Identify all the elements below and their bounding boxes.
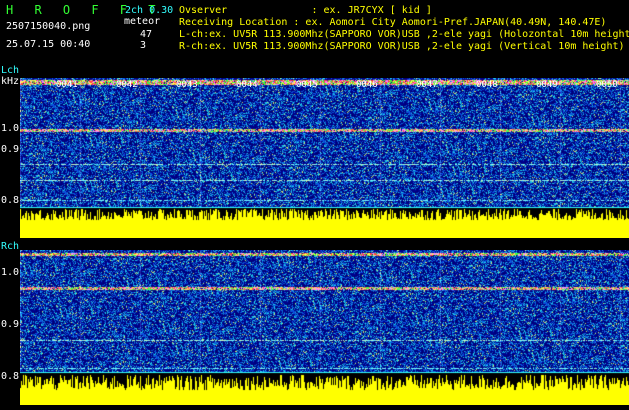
lch-tick-1.0: 1.0 xyxy=(1,123,20,134)
time-tick: 0046 xyxy=(356,80,378,90)
time-tick: 0042 xyxy=(116,80,138,90)
time-tick: 0043 xyxy=(176,80,198,90)
lch-label: Lch xyxy=(1,65,20,76)
rch-tick-0.9: 0.9 xyxy=(1,319,20,330)
observer-line: Ovserver : ex. JR7CYX [ kid ] xyxy=(179,5,432,16)
time-tick: 0050 xyxy=(596,80,618,90)
rch-info-line: R-ch:ex. UV5R 113.900Mhz(SAPPORO VOR)USB… xyxy=(179,41,625,52)
datetime: 25.07.15 00:40 xyxy=(6,39,91,50)
lch-tick-0.8: 0.8 xyxy=(1,195,20,206)
lch-unit: kHz xyxy=(1,76,20,87)
hroft-meteor-screen: { "header": { "app_title": "H R O F F T"… xyxy=(0,0,629,410)
lch-spectrogram xyxy=(20,78,629,238)
time-tick: 0048 xyxy=(476,80,498,90)
time-tick: 0045 xyxy=(296,80,318,90)
rch-tick-0.8: 0.8 xyxy=(1,371,20,382)
time-tick: 0047 xyxy=(416,80,438,90)
time-tick: 0044 xyxy=(236,80,258,90)
mode-label: meteor xyxy=(124,16,161,27)
time-tick: 0049 xyxy=(536,80,558,90)
time-tick: 0041 xyxy=(56,80,78,90)
file-name: 2507150040.png xyxy=(6,21,91,32)
location-line: Receiving Location : ex. Aomori City Aom… xyxy=(179,17,607,28)
lch-tick-0.9: 0.9 xyxy=(1,144,20,155)
rch-spectrogram xyxy=(20,250,629,405)
rch-tick-1.0: 1.0 xyxy=(1,267,20,278)
count-rch: 3 xyxy=(140,40,147,51)
version-label: 2ch 0.30 xyxy=(125,5,174,16)
lch-info-line: L-ch:ex. UV5R 113.900Mhz(SAPPORO VOR)USB… xyxy=(179,29,629,40)
rch-label: Rch xyxy=(1,241,20,252)
count-lch: 47 xyxy=(140,29,153,40)
